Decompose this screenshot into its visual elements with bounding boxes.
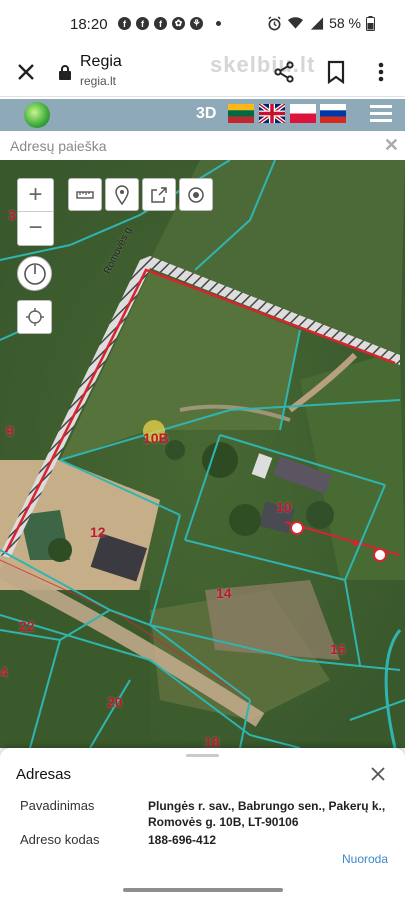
signal-icon bbox=[310, 17, 324, 30]
parcel-label-9[interactable]: 9 bbox=[6, 423, 14, 439]
name-value-line1: Plungės r. sav., Babrungo sen., Pakerų k… bbox=[148, 799, 386, 813]
name-value-line2: Romovės g. 10B, LT-90106 bbox=[148, 815, 299, 829]
parcel-label-18[interactable]: 18 bbox=[204, 734, 220, 748]
record-icon bbox=[188, 186, 204, 203]
close-panel-icon[interactable] bbox=[370, 766, 386, 782]
browser-app-bar: Regia regia.lt skelbiu.lt bbox=[0, 48, 405, 97]
export-icon bbox=[151, 186, 167, 203]
facebook-icon: f bbox=[136, 17, 149, 30]
parcel-label-3[interactable]: 3 bbox=[8, 207, 16, 223]
status-time: 18:20 bbox=[70, 16, 108, 33]
share-icon[interactable] bbox=[272, 60, 296, 84]
facebook-icon: f bbox=[118, 17, 131, 30]
parcel-label-20[interactable]: 20 bbox=[107, 694, 123, 710]
name-value: Plungės r. sav., Babrungo sen., Pakerų k… bbox=[148, 798, 385, 830]
status-right: 58 % bbox=[267, 15, 375, 31]
app-icon: ✿ bbox=[172, 17, 185, 30]
address-search-input[interactable] bbox=[2, 133, 382, 159]
close-icon[interactable] bbox=[14, 60, 38, 84]
flag-lt-icon[interactable] bbox=[228, 104, 254, 123]
name-label: Pavadinimas bbox=[20, 798, 95, 813]
watermark: skelbiu.lt bbox=[210, 52, 316, 77]
code-label: Adreso kodas bbox=[20, 832, 100, 847]
bookmark-icon[interactable] bbox=[325, 60, 347, 84]
drag-handle[interactable] bbox=[186, 754, 219, 757]
map-pin-icon bbox=[115, 184, 129, 205]
zoom-out-button[interactable]: − bbox=[18, 212, 53, 244]
zoom-control: + − bbox=[17, 178, 54, 246]
clear-search-icon[interactable]: ✕ bbox=[384, 135, 399, 156]
parcel-label-12[interactable]: 12 bbox=[90, 524, 106, 540]
home-gesture-bar[interactable] bbox=[123, 888, 283, 892]
code-value: 188-696-412 bbox=[148, 833, 217, 847]
flag-en-icon[interactable] bbox=[259, 104, 285, 123]
address-search: ✕ bbox=[0, 131, 405, 161]
parcel-label-10b[interactable]: 10B bbox=[143, 430, 169, 446]
parcel-label-16[interactable]: 16 bbox=[330, 641, 346, 657]
flag-ru-icon[interactable] bbox=[320, 104, 346, 123]
ruler-icon bbox=[76, 190, 94, 199]
map-view[interactable]: Romovės g. 10B 9 3 10 12 14 16 22 20 18 … bbox=[0, 160, 405, 748]
notification-icons: f f f ✿ ⚘ bbox=[118, 17, 221, 30]
more-notifications-icon bbox=[216, 21, 221, 26]
more-vert-icon[interactable] bbox=[372, 60, 390, 84]
place-marker-button[interactable] bbox=[105, 178, 139, 211]
status-bar: 18:20 f f f ✿ ⚘ 58 % bbox=[0, 0, 405, 48]
zoom-in-button[interactable]: + bbox=[18, 179, 53, 211]
map-header: 3D bbox=[0, 99, 405, 131]
target-button[interactable] bbox=[179, 178, 213, 211]
lock-icon[interactable] bbox=[58, 64, 72, 80]
facebook-icon: f bbox=[154, 17, 167, 30]
compass-icon bbox=[23, 262, 46, 285]
app-icon: ⚘ bbox=[190, 17, 203, 30]
measure-button[interactable] bbox=[68, 178, 102, 211]
compass-button[interactable] bbox=[17, 256, 52, 291]
mode-3d-button[interactable]: 3D bbox=[196, 105, 216, 123]
parcel-label-22[interactable]: 22 bbox=[19, 618, 35, 634]
alarm-icon bbox=[268, 15, 281, 30]
share-map-button[interactable] bbox=[142, 178, 176, 211]
battery-percent: 58 % bbox=[329, 15, 361, 31]
panel-title: Adresas bbox=[16, 766, 72, 783]
page-url[interactable]: regia.lt bbox=[80, 74, 116, 88]
navigation-bar bbox=[0, 880, 405, 900]
regia-logo[interactable] bbox=[24, 102, 50, 128]
locate-button[interactable] bbox=[17, 300, 52, 334]
aerial-map[interactable] bbox=[0, 160, 405, 748]
battery-icon bbox=[366, 15, 375, 31]
wifi-icon bbox=[288, 17, 304, 29]
parcel-label-10[interactable]: 10 bbox=[276, 499, 292, 515]
flag-pl-icon[interactable] bbox=[290, 104, 316, 123]
parcel-label-14[interactable]: 14 bbox=[216, 585, 232, 601]
locate-icon bbox=[25, 308, 44, 326]
address-info-panel: Adresas Pavadinimas Plungės r. sav., Bab… bbox=[0, 748, 405, 900]
menu-icon[interactable] bbox=[370, 105, 392, 125]
parcel-label-4[interactable]: 4 bbox=[0, 664, 8, 680]
link-button[interactable]: Nuoroda bbox=[342, 852, 388, 866]
page-title[interactable]: Regia bbox=[80, 53, 122, 71]
